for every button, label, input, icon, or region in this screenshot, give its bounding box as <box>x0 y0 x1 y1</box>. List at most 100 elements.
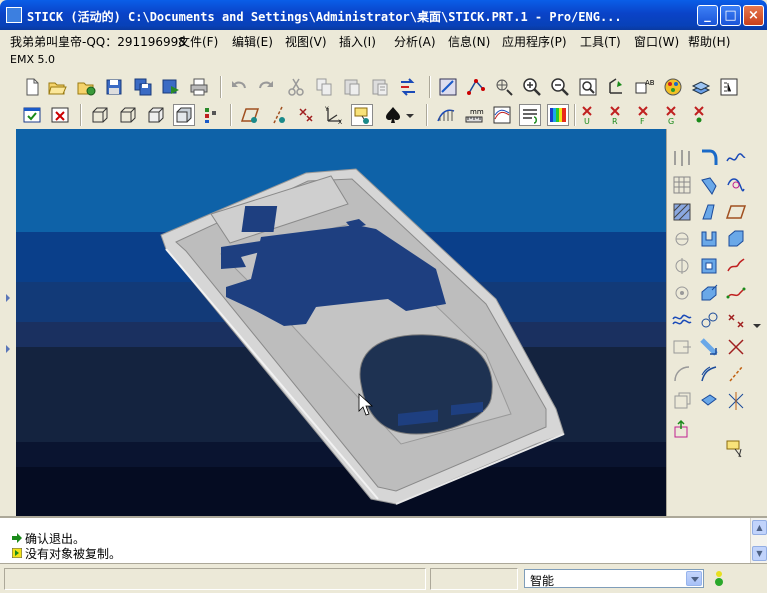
minimize-button[interactable]: _ <box>697 5 718 26</box>
csys-display-icon[interactable]: YX <box>324 105 344 125</box>
plane-display-icon[interactable] <box>240 105 260 125</box>
menu-window[interactable]: 窗口(W) <box>634 33 679 50</box>
datum-f-icon[interactable]: F <box>634 105 654 125</box>
close-window-icon[interactable] <box>50 105 70 125</box>
revolve-icon[interactable] <box>671 255 693 277</box>
plane-icon[interactable] <box>725 201 747 223</box>
new-icon[interactable] <box>22 77 42 97</box>
regenerate-icon[interactable] <box>398 77 418 97</box>
extrude-icon[interactable] <box>698 282 720 304</box>
refit-icon[interactable] <box>578 77 598 97</box>
shell-icon[interactable] <box>671 228 693 250</box>
spade-icon[interactable] <box>383 105 403 125</box>
scroll-down-icon[interactable]: ▼ <box>752 546 767 561</box>
menu-applications[interactable]: 应用程序(P) <box>502 33 567 50</box>
menu-file[interactable]: 文件(F) <box>178 33 218 50</box>
axis-display-icon[interactable] <box>268 105 288 125</box>
menu-edit[interactable]: 编辑(E) <box>232 33 273 50</box>
point-display-icon[interactable] <box>296 105 316 125</box>
hidden-line-icon[interactable] <box>118 105 138 125</box>
model-tree-settings-icon[interactable] <box>202 105 222 125</box>
layers-icon[interactable] <box>691 77 711 97</box>
merge-icon[interactable] <box>698 336 720 358</box>
hatch-icon[interactable] <box>671 201 693 223</box>
chamfer-icon[interactable] <box>698 174 720 196</box>
datum-g-icon[interactable]: G <box>662 105 682 125</box>
paste-icon[interactable] <box>342 77 362 97</box>
orient-icon[interactable] <box>606 77 626 97</box>
chevron-down-icon[interactable] <box>686 571 702 586</box>
intersect-icon[interactable] <box>725 336 747 358</box>
left-collapse-strip[interactable] <box>0 129 16 516</box>
sweep-icon[interactable] <box>671 309 693 331</box>
chevron-down-icon[interactable] <box>404 105 416 125</box>
undo-icon[interactable] <box>229 77 249 97</box>
zoom-in-icon[interactable] <box>522 77 542 97</box>
menu-info[interactable]: 信息(N) <box>448 33 490 50</box>
solid-icon[interactable] <box>725 228 747 250</box>
open-icon[interactable] <box>47 77 67 97</box>
redo-icon[interactable] <box>256 77 276 97</box>
close-button[interactable]: × <box>743 5 764 26</box>
no-hidden-icon[interactable] <box>146 105 166 125</box>
fill-icon[interactable] <box>725 390 747 412</box>
copy-icon[interactable] <box>314 77 334 97</box>
datum-r-icon[interactable]: R <box>606 105 626 125</box>
round-icon[interactable] <box>698 147 720 169</box>
surface-analysis-icon[interactable] <box>492 105 512 125</box>
copy-feature-icon[interactable] <box>671 390 693 412</box>
hole-icon[interactable] <box>671 282 693 304</box>
assemble-icon[interactable] <box>671 419 693 441</box>
offset-icon[interactable] <box>698 363 720 385</box>
saved-views-icon[interactable]: AB <box>634 77 654 97</box>
cut-icon[interactable] <box>286 77 306 97</box>
chevron-down-icon[interactable] <box>751 315 763 337</box>
datum-plane-icon[interactable] <box>438 77 458 97</box>
sketch-icon[interactable] <box>725 255 747 277</box>
pattern-icon[interactable] <box>671 174 693 196</box>
measure-icon[interactable]: mm <box>464 105 484 125</box>
draft-icon[interactable] <box>698 201 720 223</box>
extend-icon[interactable] <box>725 363 747 385</box>
mirror-icon[interactable] <box>671 147 693 169</box>
maximize-button[interactable]: □ <box>720 5 741 26</box>
scroll-up-icon[interactable]: ▲ <box>752 520 767 535</box>
selection-filter-select[interactable]: 智能 <box>524 569 704 588</box>
title-bar[interactable]: STICK (活动的) C:\Documents and Settings\Ad… <box>0 0 767 30</box>
menu-view[interactable]: 视图(V) <box>285 33 327 50</box>
datum-u-icon[interactable]: U <box>578 105 598 125</box>
wireframe-icon[interactable] <box>90 105 110 125</box>
paste-special-icon[interactable] <box>370 77 390 97</box>
thicken-icon[interactable] <box>698 255 720 277</box>
appearance-icon[interactable] <box>663 77 683 97</box>
menu-help[interactable]: 帮助(H) <box>688 33 730 50</box>
print-icon[interactable] <box>189 77 209 97</box>
menu-analysis[interactable]: 分析(A) <box>394 33 436 50</box>
point-icon[interactable] <box>725 309 747 331</box>
curve-icon[interactable] <box>725 147 747 169</box>
window-activate-icon[interactable] <box>22 105 42 125</box>
blend-icon[interactable] <box>698 309 720 331</box>
annotation-display-icon[interactable] <box>351 104 373 126</box>
shading-icon[interactable] <box>173 104 195 126</box>
open-recent-icon[interactable] <box>76 77 96 97</box>
datum-x-icon[interactable] <box>690 105 710 125</box>
draft-check-icon[interactable] <box>519 104 541 126</box>
boundary-icon[interactable] <box>671 336 693 358</box>
zoom-out-icon[interactable] <box>550 77 570 97</box>
save-icon[interactable] <box>104 77 124 97</box>
rib-icon[interactable] <box>698 228 720 250</box>
curvature-icon[interactable] <box>436 105 456 125</box>
trim-icon[interactable] <box>671 363 693 385</box>
menu-tools[interactable]: 工具(T) <box>580 33 621 50</box>
section-icon[interactable] <box>698 390 720 412</box>
select-filter-icon[interactable] <box>725 437 747 459</box>
menu-emx[interactable]: EMX 5.0 <box>10 53 55 66</box>
backup-icon[interactable] <box>161 77 181 97</box>
spline-icon[interactable] <box>725 282 747 304</box>
model-tree-icon[interactable] <box>719 77 739 97</box>
menu-custom-qq[interactable]: 我弟弟叫皇帝-QQ：291196998 <box>10 33 186 50</box>
menu-insert[interactable]: 插入(I) <box>339 33 376 50</box>
color-scale-icon[interactable] <box>547 104 569 126</box>
datum-axis-icon[interactable] <box>466 77 486 97</box>
